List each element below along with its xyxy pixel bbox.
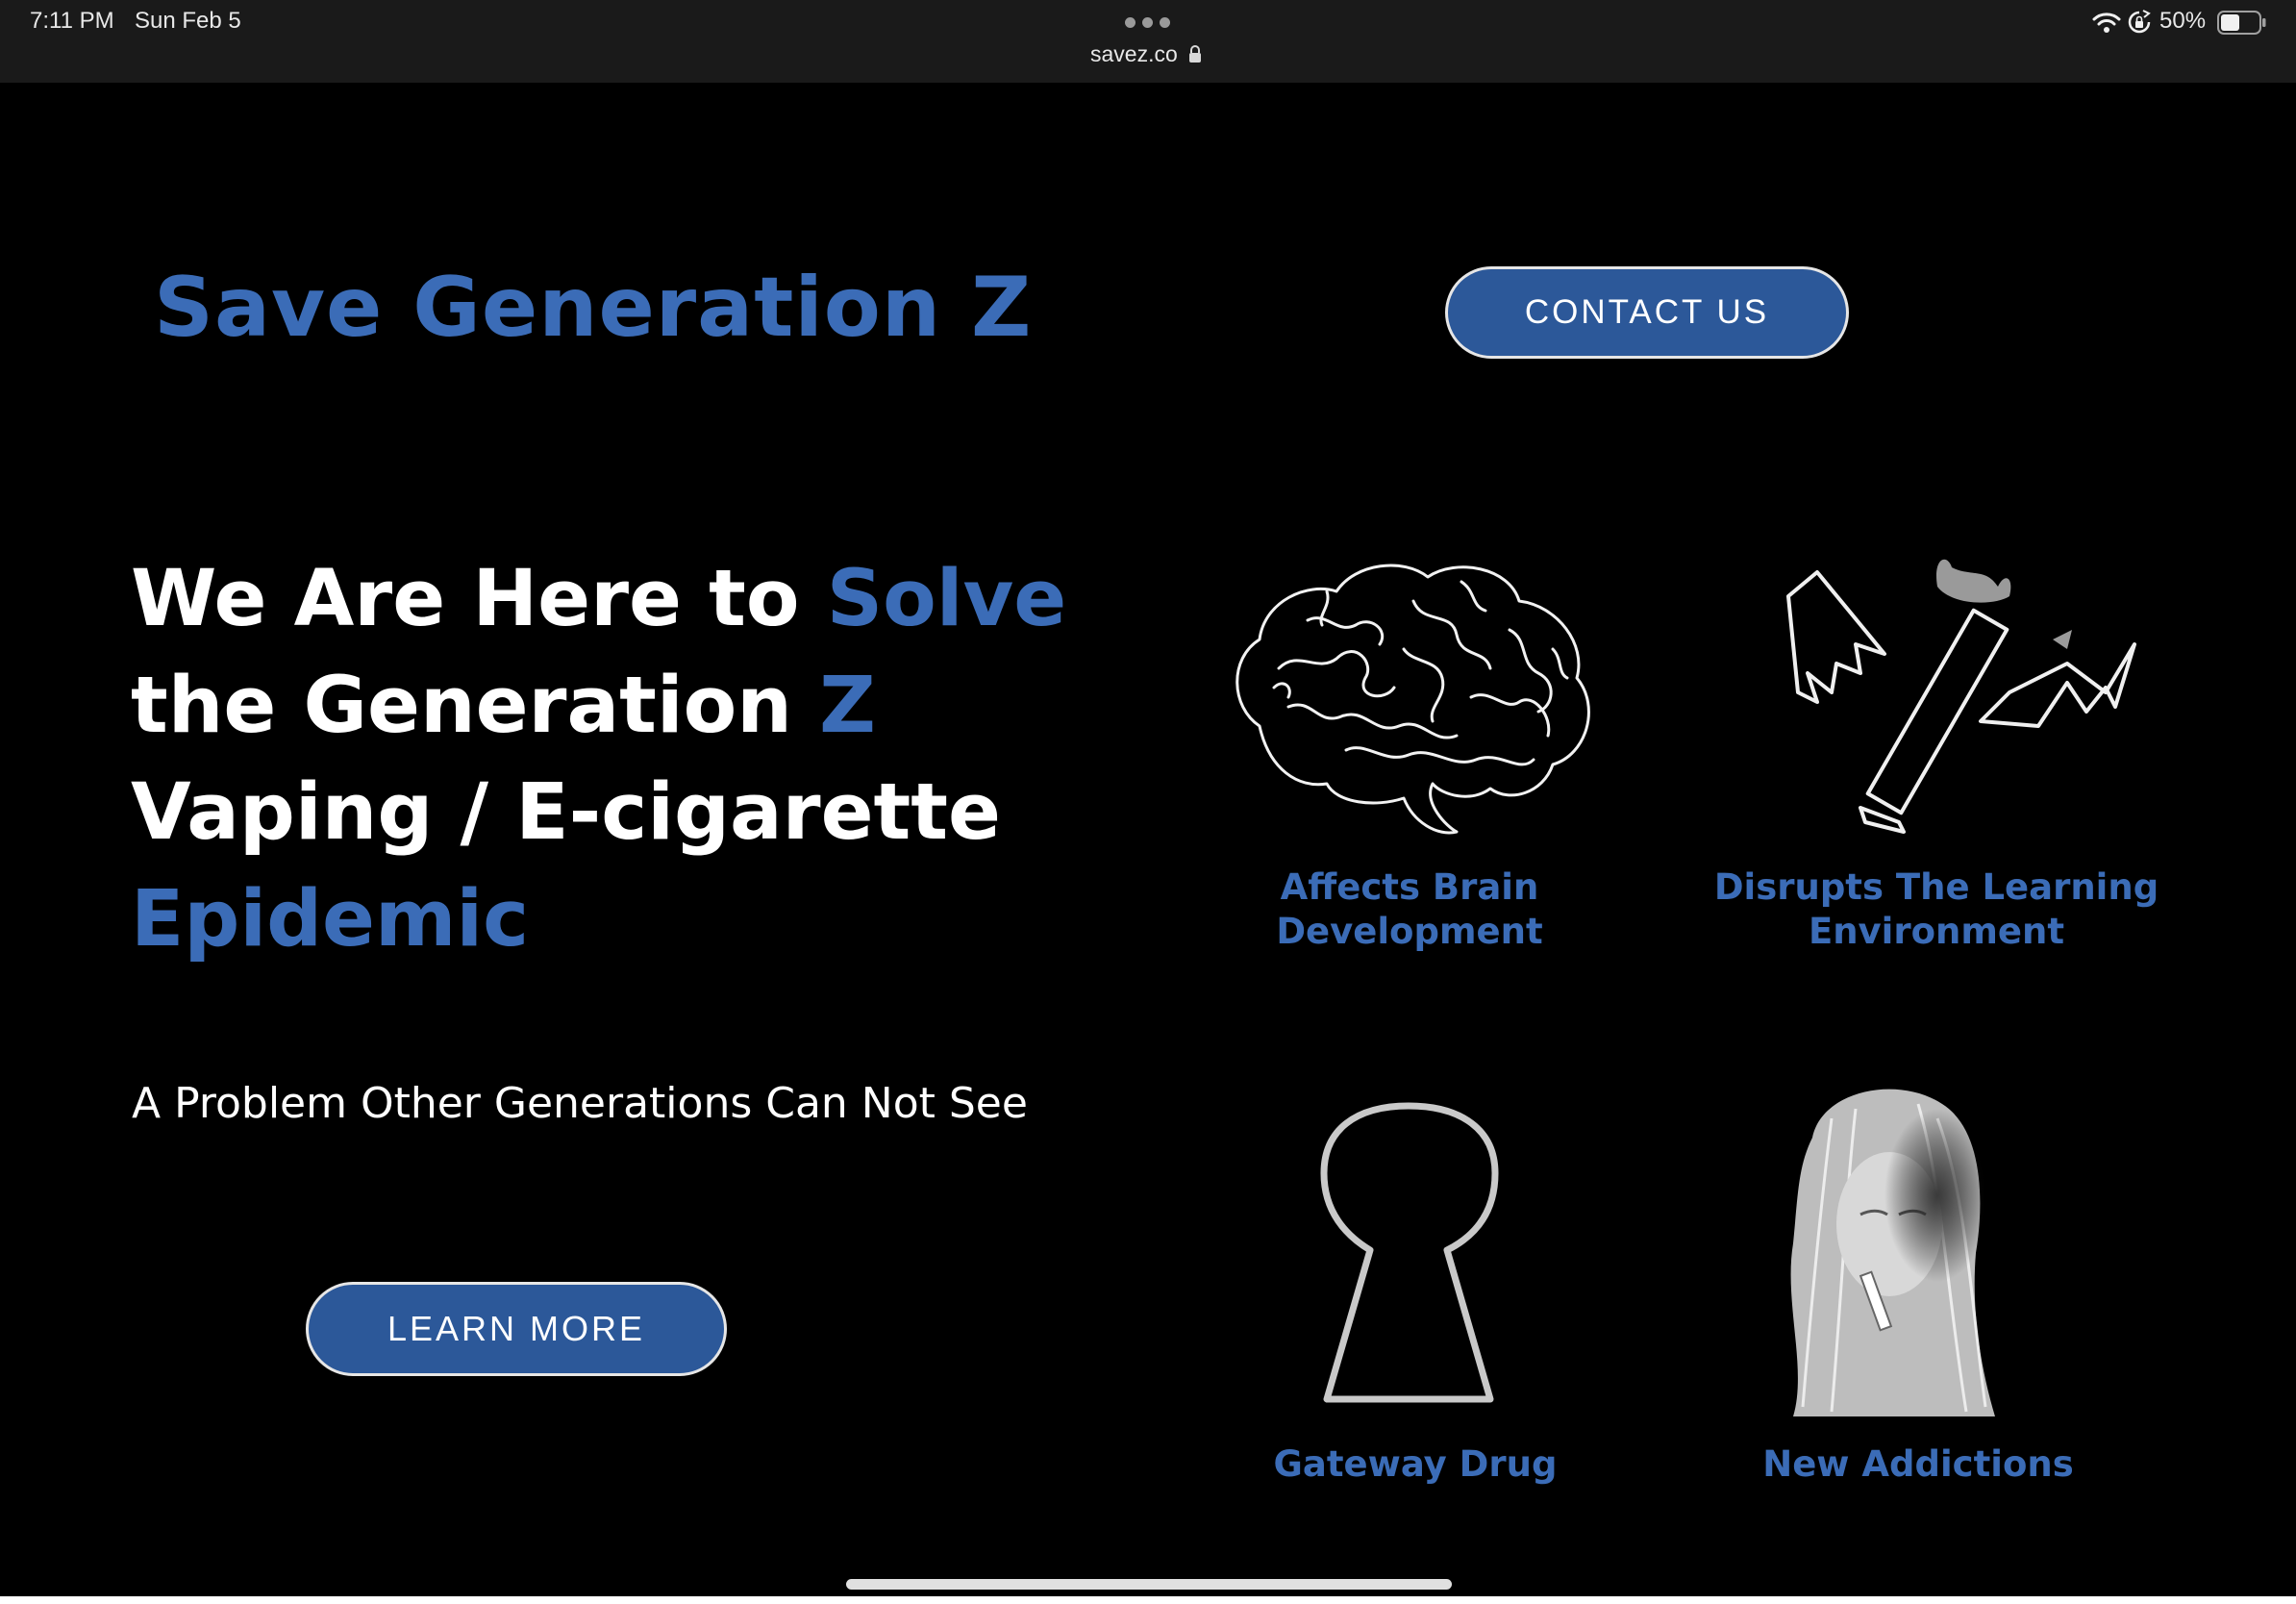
- battery-icon: [2217, 11, 2266, 35]
- feature-label-line: Disrupts The Learning: [1713, 866, 2159, 908]
- site-title[interactable]: Save Generation Z: [154, 260, 1032, 356]
- feature-label-line: Environment: [1808, 911, 2065, 952]
- vaping-girl-illustration: [1790, 1089, 1995, 1416]
- hero-subheading: A Problem Other Generations Can Not See: [132, 1079, 1028, 1128]
- hero-accent-text: Solve: [826, 554, 1067, 644]
- feature-label-addictions[interactable]: New Addictions: [1726, 1442, 2110, 1487]
- feature-label-line: Gateway Drug: [1273, 1443, 1558, 1485]
- feature-label-brain[interactable]: Affects Brain Development: [1217, 865, 1602, 954]
- brain-illustration: [1235, 564, 1590, 835]
- wifi-icon: [2092, 13, 2121, 33]
- url-label[interactable]: savez.co: [1090, 41, 1178, 67]
- hero-heading-line-4: Epidemic: [131, 874, 530, 965]
- lock-icon: [1189, 45, 1201, 63]
- hero-heading-line-2: the Generation Z: [131, 653, 1140, 760]
- more-dots-icon[interactable]: [1125, 17, 1171, 29]
- status-date: Sun Feb 5: [135, 8, 241, 34]
- hero-text: the Generation: [131, 661, 820, 751]
- home-indicator[interactable]: [846, 1579, 1452, 1590]
- browser-viewport: 7:11 PM Sun Feb 5 savez.co 50% Save Gene…: [0, 0, 2296, 1596]
- contact-us-button[interactable]: CONTACT US: [1445, 266, 1849, 359]
- hero-accent-text: Z: [819, 661, 876, 751]
- hero-heading: We Are Here to Solve the Generation Z Va…: [131, 546, 1140, 973]
- feature-label-line: New Addictions: [1762, 1443, 2074, 1485]
- feature-label-gateway[interactable]: Gateway Drug: [1223, 1442, 1608, 1487]
- feature-label-line: Development: [1276, 911, 1543, 952]
- hero-heading-line-3: Vaping / E-cigarette: [131, 767, 1001, 858]
- status-time: 7:11 PM: [30, 8, 114, 34]
- learn-more-button[interactable]: LEARN MORE: [306, 1282, 727, 1376]
- winged-vape-illustration: [1786, 559, 2136, 834]
- hero-heading-line-1: We Are Here to Solve: [131, 546, 1140, 653]
- keyhole-illustration: [1320, 1102, 1499, 1403]
- rotation-lock-icon: [2128, 10, 2151, 34]
- battery-percent: 50%: [2159, 8, 2207, 34]
- feature-label-line: Affects Brain: [1280, 866, 1539, 908]
- status-bar: 7:11 PM Sun Feb 5 savez.co 50%: [0, 0, 2296, 83]
- hero-text: We Are Here to: [131, 554, 827, 644]
- feature-label-learning[interactable]: Disrupts The Learning Environment: [1696, 865, 2177, 954]
